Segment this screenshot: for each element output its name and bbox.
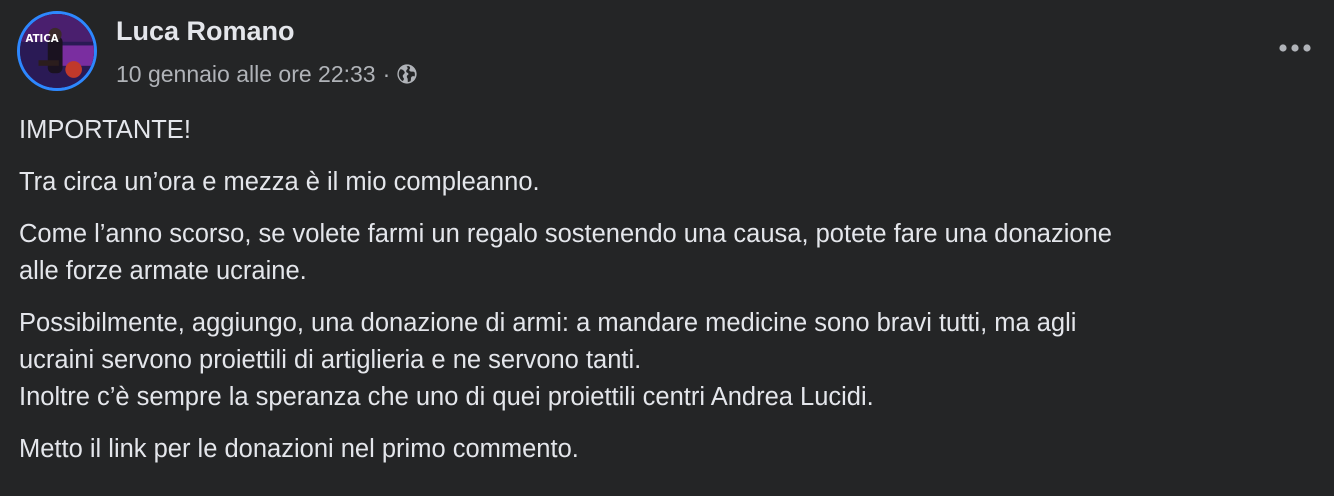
post-text: IMPORTANTE! Tra circa un’ora e mezza è i…: [19, 112, 1334, 483]
avatar[interactable]: ATICA: [17, 11, 97, 91]
facebook-post: ATICA Luca Romano 10 gennaio alle ore 22…: [0, 0, 1334, 496]
post-line: Metto il link per le donazioni nel primo…: [19, 435, 579, 463]
post-paragraph: Possibilmente, aggiungo, una donazione d…: [19, 305, 1334, 416]
post-timestamp[interactable]: 10 gennaio alle ore 22:33: [116, 61, 376, 88]
author-name[interactable]: Luca Romano: [116, 16, 295, 47]
post-line: Tra circa un’ora e mezza è il mio comple…: [19, 168, 540, 196]
post-paragraph: Tra circa un’ora e mezza è il mio comple…: [19, 164, 1334, 201]
post-line: Come l’anno scorso, se volete farmi un r…: [19, 220, 1112, 248]
post-line: ucraini servono proiettili di artiglieri…: [19, 346, 642, 374]
post-paragraph: IMPORTANTE!: [19, 112, 1334, 149]
meta-separator: ·: [382, 60, 391, 87]
post-paragraph: Metto il link per le donazioni nel primo…: [19, 431, 1334, 468]
post-line: alle forze armate ucraine.: [19, 257, 307, 285]
avatar-photo: ATICA: [20, 14, 94, 88]
more-options-icon[interactable]: [1268, 28, 1322, 68]
post-meta: 10 gennaio alle ore 22:33 ·: [116, 60, 418, 88]
avatar-text: ATICA: [26, 34, 59, 45]
globe-icon[interactable]: [396, 63, 418, 85]
post-line: Possibilmente, aggiungo, una donazione d…: [19, 309, 1077, 337]
post-line: IMPORTANTE!: [19, 116, 191, 144]
post-line: Inoltre c’è sempre la speranza che uno d…: [19, 383, 874, 411]
post-paragraph: Come l’anno scorso, se volete farmi un r…: [19, 216, 1334, 290]
